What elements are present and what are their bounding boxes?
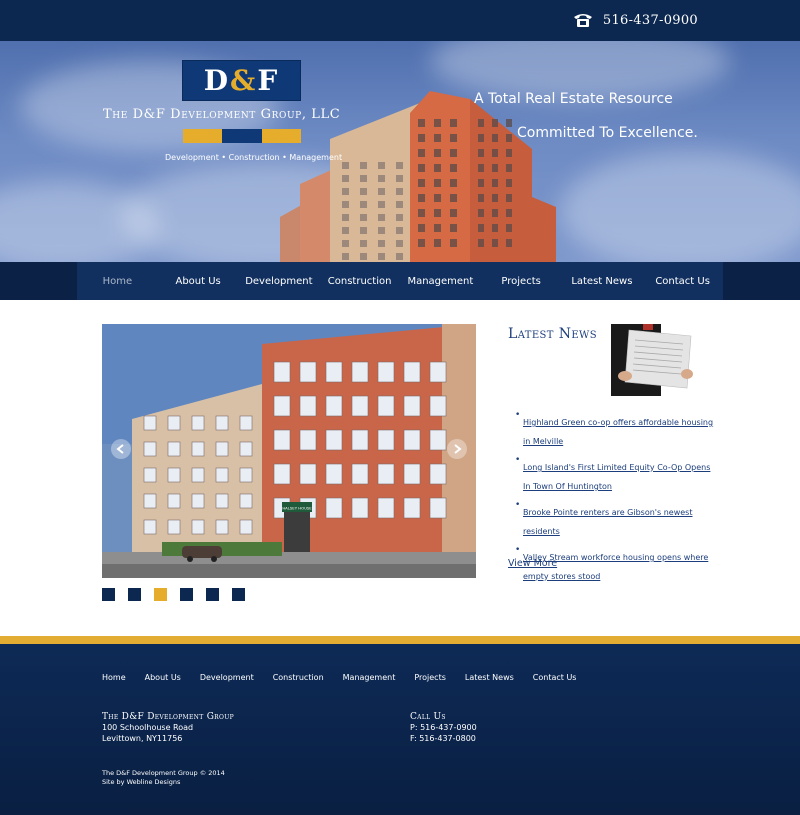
news-list-item: Brooke Pointe renters are Gibson's newes…	[515, 500, 715, 538]
project-slideshow[interactable]: HALSEY HOUSE	[102, 324, 476, 578]
footer-address-line1: 100 Schoolhouse Road	[102, 723, 194, 732]
footer-company-title: The D&F Development Group	[102, 712, 234, 722]
slide-prev-arrow[interactable]	[111, 439, 131, 459]
news-list-item: Long Island's First Limited Equity Co-Op…	[515, 455, 715, 493]
footer-credit-link[interactable]: Site by Webline Designs	[102, 778, 225, 787]
hero-slogan-line1: A Total Real Estate Resource	[474, 91, 673, 107]
latest-news-heading: Latest News	[508, 326, 597, 342]
footer-nav-projects[interactable]: Projects	[414, 673, 446, 682]
nav-about-us[interactable]: About Us	[158, 262, 239, 300]
slide-entrance-sign: HALSEY HOUSE	[282, 506, 312, 511]
main-nav-menu: Home About Us Development Construction M…	[77, 262, 723, 300]
logo-color-bars	[183, 129, 301, 143]
footer-fax: F: 516-437-0800	[410, 734, 476, 743]
footer-address-line2: Levittown, NY11756	[102, 734, 183, 743]
news-list-item: Highland Green co-op offers affordable h…	[515, 410, 715, 448]
slide-dot[interactable]	[232, 588, 245, 601]
view-more-link[interactable]: View More	[508, 558, 557, 569]
footer-nav-development[interactable]: Development	[200, 673, 254, 682]
nav-management[interactable]: Management	[400, 262, 481, 300]
slide-dot[interactable]	[102, 588, 115, 601]
footer-nav-latest-news[interactable]: Latest News	[465, 673, 514, 682]
slide-next-arrow[interactable]	[447, 439, 467, 459]
footer-copyright: The D&F Development Group © 2014	[102, 769, 225, 777]
telephone-icon	[573, 14, 592, 27]
footer-phone[interactable]: P: 516-437-0900	[410, 722, 477, 733]
news-newspaper-image	[603, 324, 697, 396]
logo-lettermark: D&F	[203, 64, 280, 97]
footer-nav: Home About Us Development Construction M…	[102, 673, 595, 682]
slide-dot[interactable]	[206, 588, 219, 601]
footer-nav-home[interactable]: Home	[102, 673, 126, 682]
footer-address-block: The D&F Development Group 100 Schoolhous…	[102, 712, 234, 744]
slide-dot[interactable]	[180, 588, 193, 601]
nav-development[interactable]: Development	[239, 262, 320, 300]
nav-latest-news[interactable]: Latest News	[562, 262, 643, 300]
company-logo[interactable]: D&F	[182, 60, 301, 101]
slide-dot[interactable]	[128, 588, 141, 601]
arrow-right-icon	[454, 444, 462, 454]
footer-nav-management[interactable]: Management	[343, 673, 396, 682]
footer-call-title: Call Us	[410, 712, 446, 722]
footer-copyright-block: The D&F Development Group © 2014 Site by…	[102, 769, 225, 787]
header-phone-number[interactable]: 516-437-0900	[603, 13, 698, 28]
arrow-left-icon	[116, 444, 124, 454]
footer-nav-construction[interactable]: Construction	[273, 673, 324, 682]
company-name: The D&F Development Group, LLC	[103, 107, 341, 122]
footer-nav-contact-us[interactable]: Contact Us	[533, 673, 577, 682]
nav-construction[interactable]: Construction	[319, 262, 400, 300]
news-link-brooke-pointe[interactable]: Brooke Pointe renters are Gibson's newes…	[523, 508, 692, 536]
news-link-long-island-co-op[interactable]: Long Island's First Limited Equity Co-Op…	[523, 463, 710, 491]
slide-dot-active[interactable]	[154, 588, 167, 601]
header-phone[interactable]: 516-437-0900	[573, 12, 698, 28]
slideshow-dots	[102, 588, 258, 601]
main-nav: Home About Us Development Construction M…	[0, 262, 800, 300]
footer: Home About Us Development Construction M…	[0, 644, 800, 815]
nav-home[interactable]: Home	[77, 262, 158, 300]
footer-contact-block: Call Us P: 516-437-0900 F: 516-437-0800	[410, 712, 477, 744]
nav-contact-us[interactable]: Contact Us	[642, 262, 723, 300]
footer-nav-about-us[interactable]: About Us	[145, 673, 181, 682]
company-tagline: Development • Construction • Management	[165, 153, 343, 162]
footer-gold-divider	[0, 636, 800, 644]
news-link-highland-green[interactable]: Highland Green co-op offers affordable h…	[523, 418, 713, 446]
hero-banner: D&F The D&F Development Group, LLC Devel…	[0, 41, 800, 262]
nav-projects[interactable]: Projects	[481, 262, 562, 300]
hero-slogan-line2: Committed To Excellence.	[517, 125, 698, 141]
slide-building-photo: HALSEY HOUSE	[102, 324, 476, 578]
top-bar: 516-437-0900	[0, 0, 800, 41]
